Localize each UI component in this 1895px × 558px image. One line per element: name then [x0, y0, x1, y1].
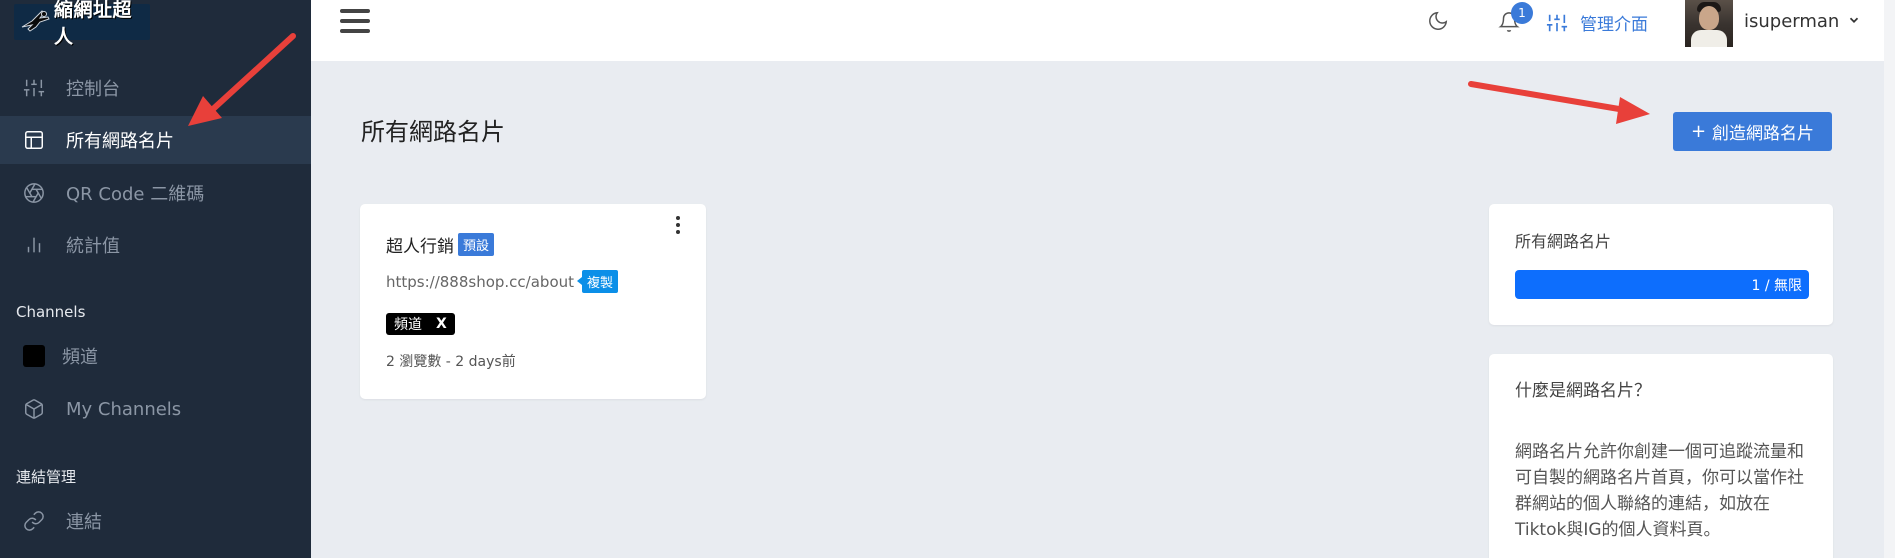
usage-progress-fill: 1 / 無限 — [1515, 270, 1809, 299]
sidebar-item-channel[interactable]: 頻道 — [0, 332, 311, 380]
scrollbar[interactable] — [1884, 0, 1895, 558]
user-menu[interactable]: isuperman — [1744, 11, 1861, 32]
usage-progress-bar: 1 / 無限 — [1515, 270, 1809, 299]
sidebar-item-statistics[interactable]: 統計值 — [0, 221, 311, 269]
create-card-button[interactable]: + 創造網路名片 — [1673, 112, 1832, 151]
info-title: 什麼是網路名片？ — [1515, 381, 1651, 401]
links-section-title: 連結管理 — [16, 468, 77, 486]
brand-logo[interactable]: 縮網址超人 — [14, 0, 150, 48]
brand-name: 縮網址超人 — [54, 0, 133, 48]
card-url[interactable]: https://888shop.cc/about — [386, 273, 574, 291]
stats-title: 所有網路名片 — [1515, 232, 1612, 251]
plus-icon: + — [1690, 121, 1707, 142]
sidebar-item-my-channels[interactable]: My Channels — [0, 385, 311, 433]
admin-panel-label: 管理介面 — [1580, 15, 1648, 35]
sliders-icon — [22, 76, 46, 100]
channels-section-title: Channels — [16, 303, 86, 321]
bar-chart-icon — [22, 233, 46, 257]
info-body: 網路名片允許你創建一個可追蹤流量和可自製的網路名片首頁，你可以當作社群網站的個人… — [1515, 442, 1804, 540]
superman-logo-icon — [20, 9, 52, 35]
black-square-icon — [22, 344, 46, 368]
info-card: 什麼是網路名片？ 網路名片允許你創建一個可追蹤流量和可自製的網路名片首頁，你可以… — [1489, 354, 1833, 558]
remove-channel-button[interactable]: X — [436, 316, 447, 332]
create-card-label: 創造網路名片 — [1712, 124, 1815, 144]
sidebar-item-label: 控制台 — [66, 79, 120, 100]
layout-icon — [22, 128, 46, 152]
username: isuperman — [1744, 11, 1840, 32]
sidebar-item-qr-code[interactable]: QR Code 二維碼 — [0, 169, 311, 217]
card-title[interactable]: 超人行銷 預設 — [386, 232, 495, 257]
link-icon — [22, 509, 46, 533]
notification-badge: 1 — [1511, 2, 1533, 24]
admin-panel-link[interactable]: 管理介面 — [1546, 10, 1648, 35]
copy-button[interactable]: 複製 — [577, 270, 619, 293]
card-meta: 2 瀏覽數 - 2 days前 — [386, 354, 516, 370]
sidebar-item-label: 連結 — [66, 512, 102, 533]
top-bar: 1 管理介面 isuperman — [311, 0, 1884, 61]
card-url-row: https://888shop.cc/about 複製 — [386, 270, 619, 293]
page-title: 所有網路名片 — [361, 118, 505, 146]
aperture-icon — [22, 181, 46, 205]
channel-chip: 頻道 X — [386, 313, 455, 335]
channel-chip-label: 頻道 — [394, 317, 422, 333]
chevron-down-icon — [1847, 11, 1861, 32]
sidebar-item-all-cards[interactable]: 所有網路名片 — [0, 116, 311, 164]
box-icon — [22, 397, 46, 421]
card-name: 超人行銷 — [386, 237, 454, 257]
sidebar-item-label: My Channels — [66, 398, 182, 420]
more-options-icon[interactable] — [676, 216, 680, 234]
annotation-arrow-create — [1468, 81, 1650, 124]
sidebar: 縮網址超人 控制台 所有網路名片 QR Code 二維碼 統計值 Channel… — [0, 0, 311, 558]
moon-icon[interactable] — [1427, 10, 1449, 36]
sidebar-item-links[interactable]: 連結 — [0, 497, 311, 545]
sidebar-item-label: 所有網路名片 — [66, 131, 174, 152]
business-card-item[interactable]: 超人行銷 預設 https://888shop.cc/about 複製 頻道 X… — [360, 204, 706, 399]
default-badge: 預設 — [458, 233, 495, 256]
sidebar-item-label: 統計值 — [66, 236, 120, 257]
sidebar-item-label: 頻道 — [62, 347, 98, 368]
sidebar-item-label: QR Code 二維碼 — [66, 184, 205, 205]
avatar[interactable] — [1685, 0, 1733, 47]
hamburger-menu-icon[interactable] — [340, 9, 370, 33]
stats-card: 所有網路名片 1 / 無限 — [1489, 204, 1833, 325]
sliders-icon — [1546, 14, 1568, 31]
sidebar-item-dashboard[interactable]: 控制台 — [0, 64, 311, 112]
usage-progress-text: 1 / 無限 — [1751, 277, 1802, 294]
